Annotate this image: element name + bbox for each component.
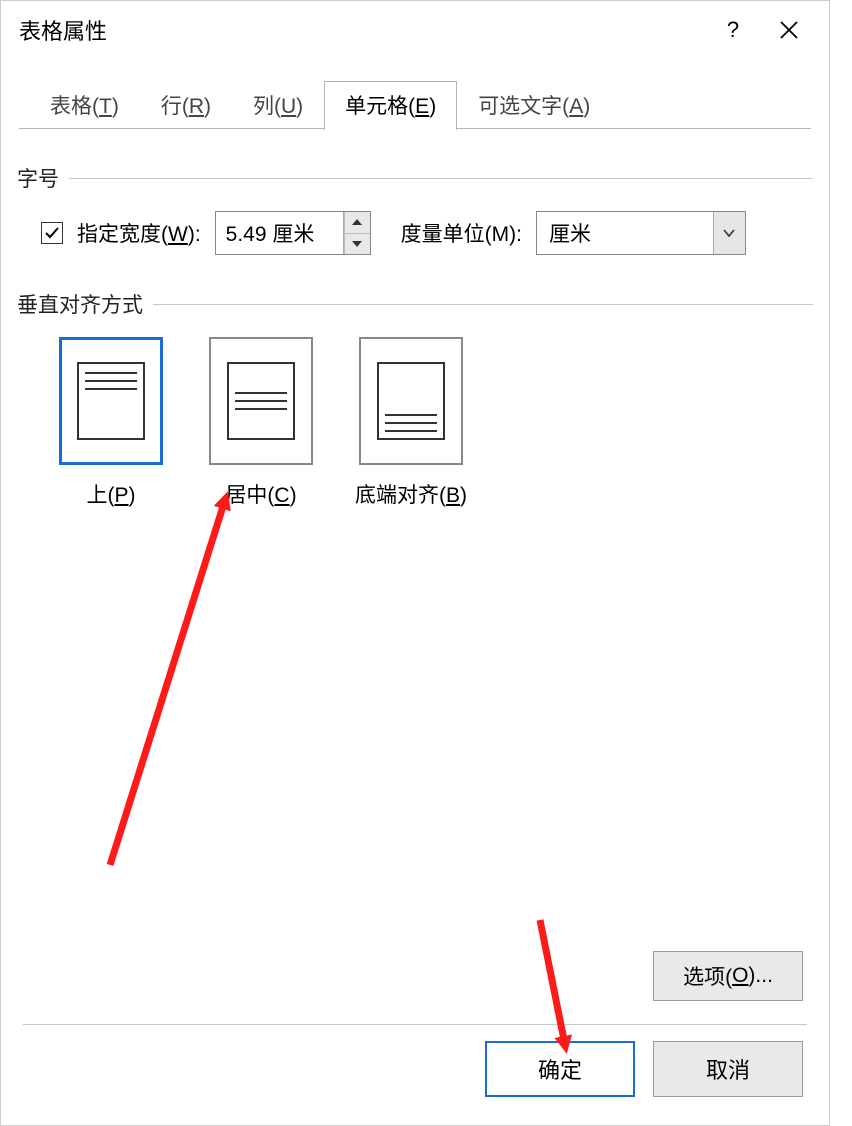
check-icon: [44, 225, 60, 241]
divider: [69, 178, 813, 179]
tab-row-label-pre: 行(: [161, 95, 189, 118]
tab-table[interactable]: 表格(T): [29, 81, 140, 130]
specify-width-checkbox[interactable]: [41, 222, 63, 244]
valign-top-icon: [77, 362, 145, 440]
specify-width-row: 指定宽度(W): 5.49 厘米 度量单位(M): 厘米: [17, 211, 813, 255]
tab-cell[interactable]: 单元格(E): [324, 81, 457, 130]
tab-strip: 表格(T) 行(R) 列(U) 单元格(E) 可选文字(A): [19, 79, 811, 129]
titlebar: 表格属性 ?: [1, 1, 829, 59]
spinner-buttons: [344, 212, 370, 254]
tab-row[interactable]: 行(R): [140, 81, 232, 130]
width-value[interactable]: 5.49 厘米: [216, 212, 344, 254]
valign-bottom-option[interactable]: 底端对齐(B): [351, 337, 471, 509]
footer-buttons: 确定 取消: [485, 1041, 803, 1097]
size-group-label: 字号: [17, 163, 59, 193]
tab-alt-mn: A: [569, 95, 583, 118]
chevron-down-icon: [722, 228, 736, 238]
tab-column[interactable]: 列(U): [232, 81, 324, 130]
valign-center-label: 居中(C): [225, 479, 296, 509]
valign-center-option[interactable]: 居中(C): [201, 337, 321, 509]
valign-bottom-icon: [377, 362, 445, 440]
valign-bottom-preview: [359, 337, 463, 465]
valign-group-heading: 垂直对齐方式: [17, 289, 813, 319]
valign-center-preview: [209, 337, 313, 465]
tab-alt-label-post: ): [583, 95, 590, 118]
size-group-heading: 字号: [17, 163, 813, 193]
specify-width-label: 指定宽度(W):: [77, 218, 201, 248]
tab-table-label-pre: 表格(: [50, 95, 99, 118]
valign-center-icon: [227, 362, 295, 440]
tab-row-label-post: ): [204, 95, 211, 118]
valign-group-label: 垂直对齐方式: [17, 289, 143, 319]
spinner-down-button[interactable]: [344, 234, 370, 255]
dropdown-button[interactable]: [713, 212, 745, 254]
chevron-up-icon: [351, 218, 363, 226]
valign-top-option[interactable]: 上(P): [51, 337, 171, 509]
dialog-title: 表格属性: [19, 14, 705, 46]
tab-table-mn: T: [99, 95, 112, 118]
tab-col-mn: U: [281, 95, 296, 118]
tab-cell-label-pre: 单元格(: [345, 95, 415, 118]
valign-bottom-label: 底端对齐(B): [355, 479, 467, 509]
tab-alt-label-pre: 可选文字(: [478, 95, 569, 118]
width-spinner[interactable]: 5.49 厘米: [215, 211, 371, 255]
measure-unit-value: 厘米: [537, 212, 713, 254]
cell-panel: 字号 指定宽度(W): 5.49 厘米: [1, 129, 829, 509]
measure-unit-dropdown[interactable]: 厘米: [536, 211, 746, 255]
cancel-button[interactable]: 取消: [653, 1041, 803, 1097]
footer-divider: [23, 1024, 807, 1025]
close-icon: [779, 20, 799, 40]
tab-col-label-pre: 列(: [253, 95, 281, 118]
ok-button[interactable]: 确定: [485, 1041, 635, 1097]
tab-row-mn: R: [189, 95, 204, 118]
tab-table-label-post: ): [112, 95, 119, 118]
valign-top-preview: [59, 337, 163, 465]
tab-cell-mn: E: [415, 95, 429, 118]
help-button[interactable]: ?: [705, 2, 761, 58]
divider: [153, 304, 813, 305]
valign-options: 上(P) 居中(C): [17, 337, 813, 509]
measure-unit-label: 度量单位(M):: [401, 218, 522, 248]
options-row: 选项(O)...: [653, 951, 803, 1001]
chevron-down-icon: [351, 240, 363, 248]
close-button[interactable]: [761, 20, 817, 40]
tab-col-label-post: ): [296, 95, 303, 118]
spinner-up-button[interactable]: [344, 212, 370, 234]
options-button[interactable]: 选项(O)...: [653, 951, 803, 1001]
tab-cell-label-post: ): [429, 95, 436, 118]
valign-top-label: 上(P): [86, 479, 135, 509]
tab-alt-text[interactable]: 可选文字(A): [457, 81, 611, 130]
table-properties-dialog: 表格属性 ? 表格(T) 行(R) 列(U) 单元格(E) 可: [0, 0, 830, 1126]
